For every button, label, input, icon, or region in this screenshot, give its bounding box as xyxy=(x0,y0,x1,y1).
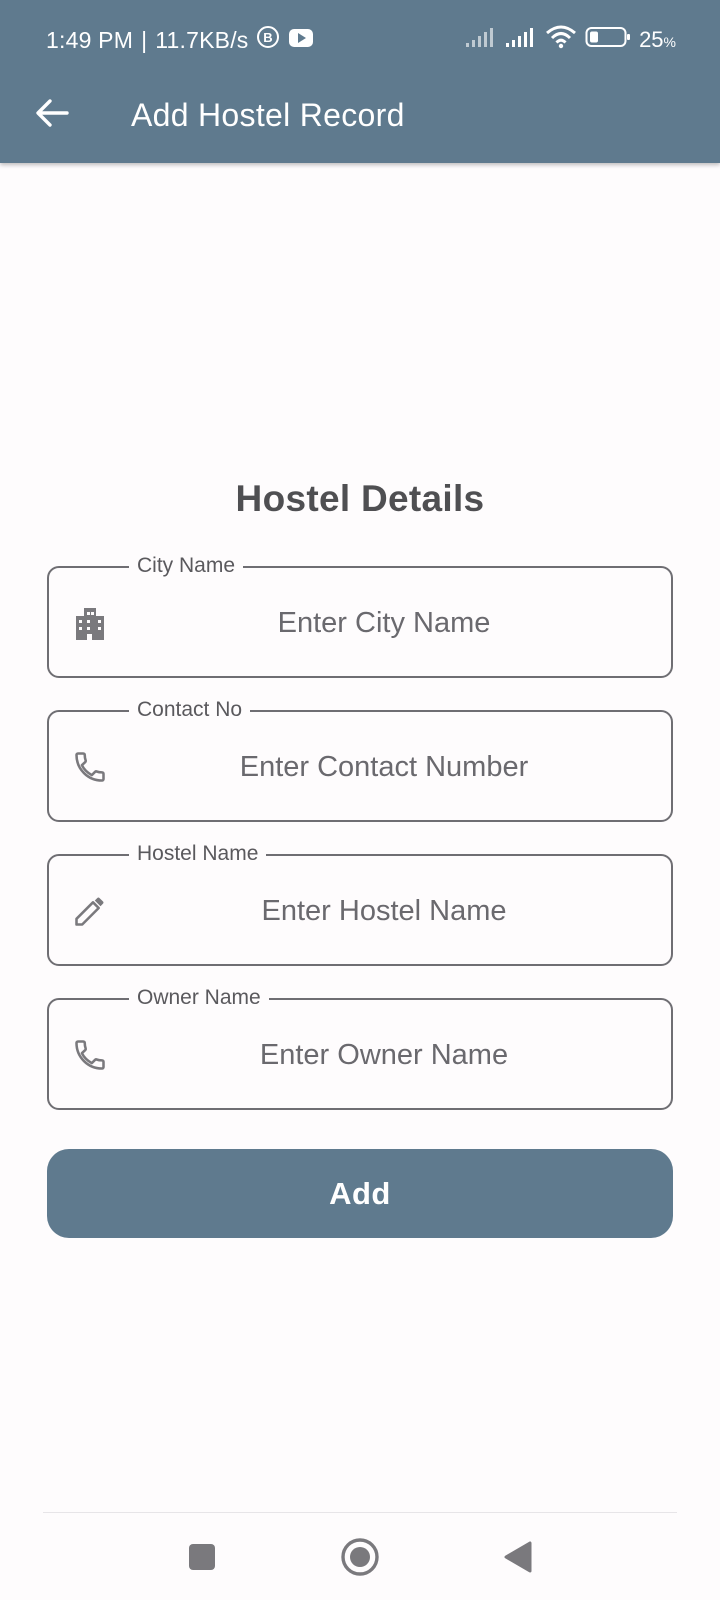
recents-square-icon xyxy=(187,1542,217,1577)
app-bar: 1:49 PM | 11.7KB/s B 25% Add Hostel Reco… xyxy=(0,0,720,163)
battery-icon xyxy=(585,26,631,54)
back-button[interactable] xyxy=(30,93,74,137)
nav-divider xyxy=(43,1512,677,1513)
home-button[interactable] xyxy=(330,1534,390,1584)
toolbar: Add Hostel Record xyxy=(0,80,720,163)
hostel-name-field: Hostel Name xyxy=(47,840,673,966)
recents-button[interactable] xyxy=(172,1534,232,1584)
back-triangle-icon xyxy=(502,1540,534,1579)
signal-weak-icon xyxy=(465,26,497,54)
signal-icon xyxy=(505,26,537,54)
add-button[interactable]: Add xyxy=(47,1149,673,1238)
status-time: 1:49 PM xyxy=(46,26,134,53)
city-name-label: City Name xyxy=(129,552,244,580)
page-title: Add Hostel Record xyxy=(131,97,405,133)
owner-name-label: Owner Name xyxy=(129,984,269,1012)
arrow-left-icon xyxy=(35,98,69,133)
svg-text:B: B xyxy=(264,30,274,45)
phone-icon xyxy=(71,748,109,786)
owner-name-field: Owner Name xyxy=(47,984,673,1110)
owner-name-input[interactable] xyxy=(129,1025,639,1085)
building-icon xyxy=(71,604,109,642)
wifi-icon xyxy=(545,25,577,55)
contact-no-field: Contact No xyxy=(47,696,673,822)
hostel-name-input[interactable] xyxy=(129,881,639,941)
city-name-field: City Name xyxy=(47,552,673,678)
status-separator: | xyxy=(141,26,148,53)
contact-number-input[interactable] xyxy=(129,737,639,797)
contact-no-label: Contact No xyxy=(129,696,251,724)
form-title: Hostel Details xyxy=(235,478,485,519)
phone-icon xyxy=(71,1036,109,1074)
pencil-icon xyxy=(71,892,109,930)
b-circle-icon: B xyxy=(256,25,280,55)
status-bar: 1:49 PM | 11.7KB/s B 25% xyxy=(0,0,720,80)
youtube-icon xyxy=(288,27,314,54)
system-back-button[interactable] xyxy=(488,1534,548,1584)
home-circle-icon xyxy=(340,1537,380,1582)
battery-percent: 25% xyxy=(639,27,676,52)
status-left: 1:49 PM | 11.7KB/s B xyxy=(46,24,314,56)
status-right: 25% xyxy=(465,24,676,56)
city-name-input[interactable] xyxy=(129,593,639,653)
status-network-speed: 11.7KB/s xyxy=(155,26,249,53)
hostel-name-label: Hostel Name xyxy=(129,840,267,868)
